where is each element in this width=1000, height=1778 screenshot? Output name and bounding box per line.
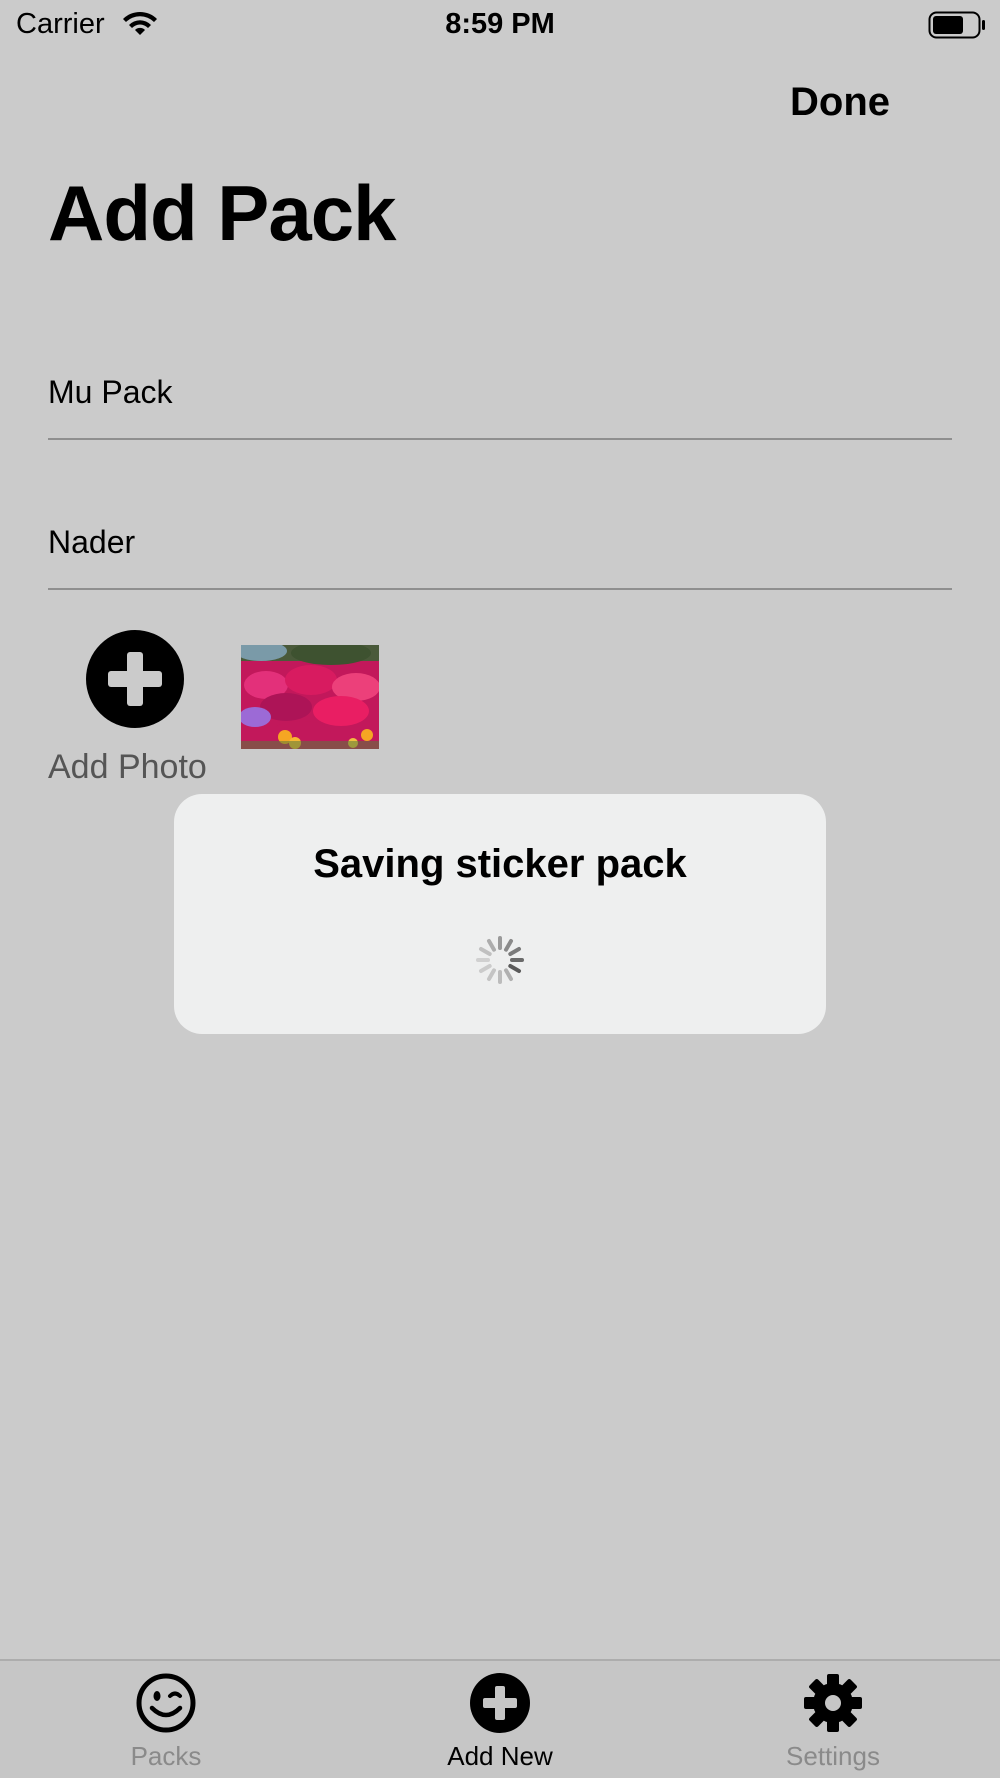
tab-packs[interactable]: Packs [66, 1673, 266, 1773]
tab-bar: Packs Add New Settings [0, 1659, 1000, 1778]
pack-name-input[interactable] [48, 362, 952, 422]
clock: 8:59 PM [445, 8, 555, 40]
status-bar: Carrier 8:59 PM [0, 0, 1000, 50]
alert-title: Saving sticker pack [313, 842, 687, 886]
plus-circle-icon [470, 1673, 530, 1733]
plus-circle-icon [86, 630, 184, 728]
sticker-photo-thumbnail[interactable] [241, 645, 379, 749]
gear-icon [804, 1674, 862, 1732]
author-name-input[interactable] [48, 512, 952, 572]
tab-settings-label: Settings [786, 1741, 880, 1771]
add-photo-label: Add Photo [48, 748, 207, 786]
done-button[interactable]: Done [790, 80, 890, 125]
smiley-wink-icon [136, 1673, 196, 1733]
pack-name-field[interactable] [48, 362, 952, 440]
author-name-field[interactable] [48, 512, 952, 590]
spinner-icon [476, 936, 524, 984]
tab-add-new-label: Add New [447, 1741, 553, 1771]
tab-add-new[interactable]: Add New [400, 1673, 600, 1773]
add-photo-button[interactable]: Add Photo [48, 630, 228, 790]
tab-settings[interactable]: Settings [733, 1673, 933, 1773]
page-title: Add Pack [48, 169, 396, 257]
battery-icon [928, 11, 985, 39]
saving-alert: Saving sticker pack [174, 794, 826, 1034]
tab-packs-label: Packs [130, 1741, 202, 1771]
